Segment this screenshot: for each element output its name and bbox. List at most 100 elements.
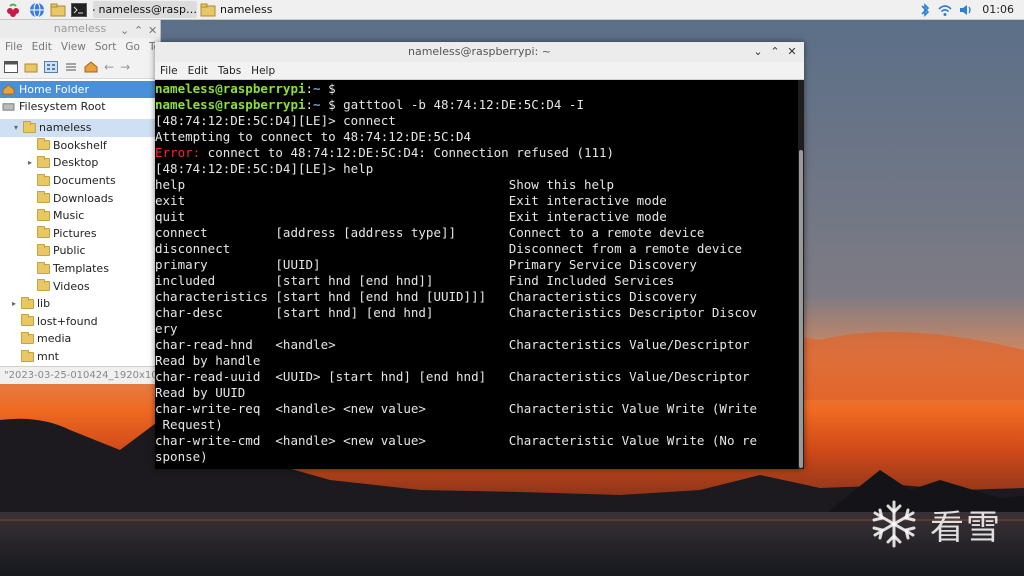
maximize-icon[interactable]: ⌃ [134,22,143,40]
tree-item-label: nameless [39,121,92,135]
tree-item-desktop[interactable]: ▸ Desktop [0,154,160,172]
expanded-arrow-icon[interactable]: ▾ [12,123,20,132]
tree-item-downloads[interactable]: Downloads [0,189,160,207]
terminal-line: Request) [155,417,223,432]
prompt-user: nameless@raspberrypi [155,97,306,112]
window-titlebar[interactable]: nameless ⌄ ⌃ ✕ [0,20,160,38]
error-label: Error: [155,145,201,160]
error-message: connect to 48:74:12:DE:5C:D4: Connection… [200,145,615,160]
tree-item-nameless[interactable]: ▾ nameless [0,119,160,137]
folder-icon [21,331,34,344]
terminal-line: connect [address [address type]] Connect… [155,225,705,240]
minimize-icon[interactable]: ⌄ [120,22,129,40]
window-title: nameless [53,22,107,35]
close-icon[interactable]: ✕ [784,42,800,62]
menu-view[interactable]: View [61,41,86,53]
back-icon[interactable]: ← [104,60,114,74]
terminal-line: help Show this help [155,177,615,192]
watermark: 看雪 [868,498,1002,550]
terminal-window: nameless@raspberrypi: ~ ⌄ ⌃ ✕ File Edit … [155,42,804,469]
terminal-line: included [start hnd [end hnd]] Find Incl… [155,273,675,288]
prompt-user: nameless@raspberrypi [155,81,306,96]
terminal-line: [48:74:12:DE:5C:D4][LE]> help [155,161,374,176]
menu-file[interactable]: File [160,65,178,77]
terminal-line: char-read-hnd <handle> Characteristics V… [155,337,750,352]
terminal-line: primary [UUID] Primary Service Discovery [155,257,697,272]
terminal-line: char-desc [start hnd] [end hnd] Characte… [155,305,758,320]
collapsed-arrow-icon[interactable]: ▸ [26,158,34,167]
home-icon[interactable] [84,61,98,73]
tree-item-documents[interactable]: Documents [0,172,160,190]
folder-icon [37,155,50,168]
minimize-icon[interactable]: ⌄ [750,42,766,62]
folder-icon [21,314,34,327]
raspberry-menu-icon[interactable] [5,2,21,18]
tree-item-pictures[interactable]: Pictures [0,225,160,243]
wifi-icon[interactable] [937,2,953,18]
file-manager-icon[interactable] [50,2,66,18]
tree-item-label: Music [53,209,85,223]
collapsed-arrow-icon[interactable]: ▸ [10,299,18,308]
volume-icon[interactable] [958,2,974,18]
prompt-path: ~ [313,81,321,96]
taskbar-item-file-manager[interactable]: nameless [200,1,290,18]
place-label: Home Folder [19,83,89,96]
bluetooth-icon[interactable] [917,2,933,18]
menu-help[interactable]: Help [251,65,275,77]
list-view-icon[interactable] [64,61,78,73]
new-folder-icon[interactable] [24,61,38,73]
tree-item-templates[interactable]: Templates [0,260,160,278]
menu-file[interactable]: File [5,41,23,53]
terminal-icon[interactable] [71,2,87,18]
tree-item-videos[interactable]: Videos [0,277,160,295]
tree-item-label: media [37,332,72,346]
menu-go[interactable]: Go [125,41,140,53]
close-icon[interactable]: ✕ [148,22,157,40]
scrollbar[interactable] [798,80,804,469]
menu-sort[interactable]: Sort [95,41,117,53]
folder-icon [37,226,50,239]
tree-item-bookshelf[interactable]: Bookshelf [0,137,160,155]
taskbar-item-terminal[interactable]: nameless@rasp… [93,1,197,18]
tree-item-label: Documents [53,174,116,188]
terminal-line: Read by handle [155,353,261,368]
menu-tabs[interactable]: Tabs [218,65,241,77]
scrollbar-thumb[interactable] [799,150,803,468]
terminal-line: Error: connect to 48:74:12:DE:5C:D4: Con… [155,145,798,161]
folder-icon [37,173,50,186]
terminal-line: Attempting to connect to 48:74:12:DE:5C:… [155,129,472,144]
terminal-line: quit Exit interactive mode [155,209,667,224]
top-panel: nameless@rasp… nameless 01:06 [0,0,1024,20]
tree-item-lost-found[interactable]: lost+found [0,313,160,331]
tree-item-public[interactable]: Public [0,242,160,260]
folder-icon [200,3,216,16]
forward-icon[interactable]: → [120,60,130,74]
terminal-line: exit Exit interactive mode [155,193,667,208]
icon-view-icon[interactable] [44,61,58,73]
terminal-output[interactable]: nameless@raspberrypi:~ $ nameless@raspbe… [155,80,798,470]
prompt-separator: : [305,81,314,96]
new-window-icon[interactable] [4,61,18,73]
menu-edit[interactable]: Edit [32,41,52,53]
tree-item-music[interactable]: Music [0,207,160,225]
tree-item-lib[interactable]: ▸ lib [0,295,160,313]
tree-item-mnt[interactable]: mnt [0,348,160,366]
folder-icon [21,349,34,362]
window-title: nameless@raspberrypi: ~ [407,45,552,58]
terminal-line: [48:74:12:DE:5C:D4][LE]> connect [155,113,396,128]
folder-icon [37,279,50,292]
window-titlebar[interactable]: nameless@raspberrypi: ~ ⌄ ⌃ ✕ [155,42,804,62]
menu-edit[interactable]: Edit [188,65,208,77]
clock[interactable]: 01:06 [982,3,1014,16]
web-browser-icon[interactable] [29,2,45,18]
place-filesystem-root[interactable]: Filesystem Root [0,98,160,115]
folder-icon [37,138,50,151]
toolbar: ← → [0,56,160,79]
tree-item-media[interactable]: media [0,330,160,348]
place-home-folder[interactable]: Home Folder [0,81,160,98]
terminal-line: char-read-uuid <UUID> [start hnd] [end h… [155,369,750,384]
tree-item-label: Templates [53,262,109,276]
terminal-line: sponse) [155,449,208,464]
maximize-icon[interactable]: ⌃ [767,42,783,62]
terminal-line: nameless@raspberrypi:~ $ [155,81,798,97]
